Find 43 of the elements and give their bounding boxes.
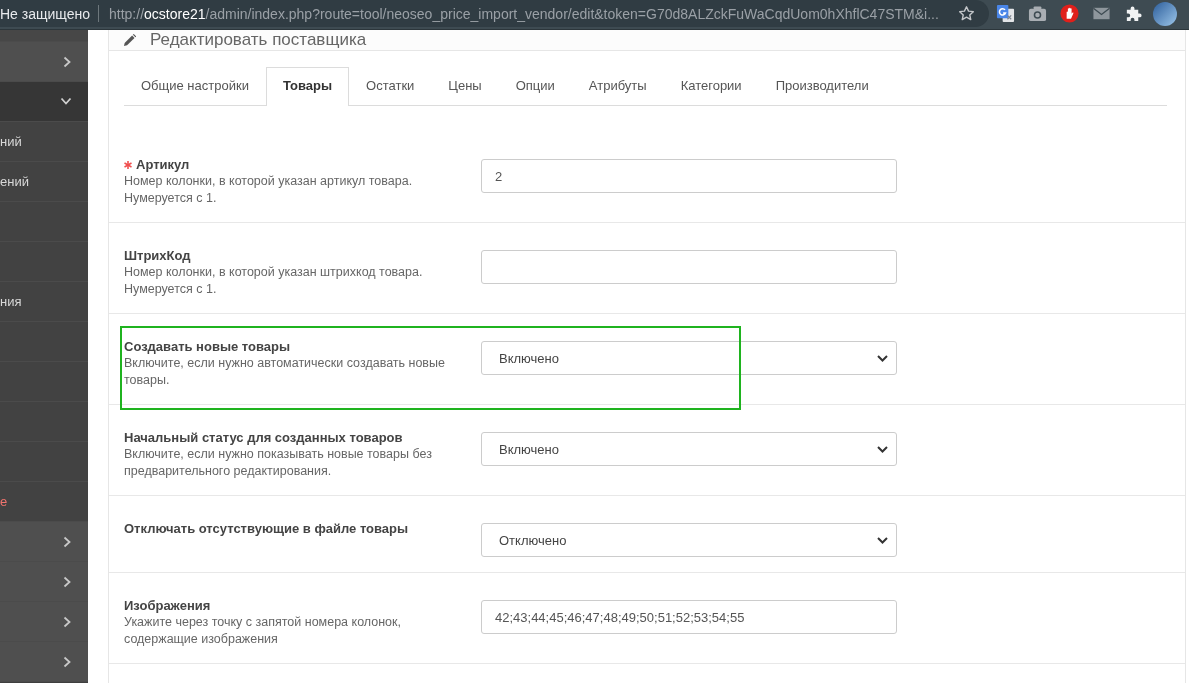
tab[interactable]: Цены xyxy=(431,67,499,105)
field-label: Отключать отсутствующие в файле товары xyxy=(124,520,409,537)
address-url[interactable]: http://ocstore21/admin/index.php?route=tool/neoseo_price_import_vendor/edit&token=G70d8ALZckFuWaCqdUom0hXhflC47STM&i... xyxy=(109,5,950,22)
field-label: Артикул xyxy=(136,156,190,173)
tab[interactable]: Опции xyxy=(498,67,572,105)
field-label: Создавать новые товары xyxy=(124,338,291,355)
tab[interactable]: Производители xyxy=(758,67,886,105)
tab[interactable]: Товары xyxy=(265,67,350,106)
panel-title: Редактировать поставщика xyxy=(150,30,367,50)
text-input[interactable] xyxy=(481,250,897,284)
dropdown-select[interactable]: Включено xyxy=(481,432,897,466)
tab[interactable]: Общие настройки xyxy=(124,67,266,105)
help-text: Номер колонки, в которой указан артикул товара. Нумеруется с 1. xyxy=(124,173,414,207)
avatar-icon[interactable] xyxy=(1153,1,1177,26)
camera-icon[interactable] xyxy=(1027,4,1047,23)
sidebar-menu-header[interactable] xyxy=(0,562,88,602)
chevron-down-icon xyxy=(877,536,888,544)
sidebar-menu-header[interactable] xyxy=(0,82,88,122)
sidebar-menu-header[interactable] xyxy=(0,42,88,82)
sidebar-menu-header[interactable] xyxy=(0,602,88,642)
star-icon[interactable] xyxy=(958,5,975,22)
chevron-down-icon xyxy=(877,445,888,453)
text-input[interactable]: 42;43;44;45;46;47;48;49;50;51;52;53;54;55 xyxy=(481,600,897,634)
dropdown-select[interactable]: Включено xyxy=(481,341,897,375)
help-text: Включите, если нужно показывать новые товары без предварительного редактирования. xyxy=(124,446,433,480)
security-label: Не защищено xyxy=(0,5,90,22)
hand-icon[interactable] xyxy=(1059,4,1079,23)
sidebar-menu-header[interactable] xyxy=(0,642,88,682)
tab[interactable]: Категории xyxy=(663,67,759,105)
translate-icon[interactable] xyxy=(995,4,1015,23)
field-label: Изображения xyxy=(124,597,211,614)
field-label: Начальный статус для созданных товаров xyxy=(124,429,403,446)
help-text: Укажите через точку с запятой номера колонок, содержащие изображения xyxy=(124,614,402,648)
text-input[interactable]: 2 xyxy=(481,159,897,193)
tab[interactable]: Остатки xyxy=(349,67,432,105)
sidebar-menu-header[interactable] xyxy=(0,522,88,562)
pencil-icon xyxy=(123,33,136,47)
help-text: Включите, если нужно автоматически создавать новые товары. xyxy=(124,355,446,389)
help-text: Номер колонки, в которой указан штрихкод товара. Нумеруется с 1. xyxy=(124,264,424,298)
field-label: ШтрихКод xyxy=(124,247,191,264)
chevron-down-icon xyxy=(877,354,888,362)
dropdown-select[interactable]: Отключено xyxy=(481,523,897,557)
tab[interactable]: Атрибуты xyxy=(571,67,664,105)
